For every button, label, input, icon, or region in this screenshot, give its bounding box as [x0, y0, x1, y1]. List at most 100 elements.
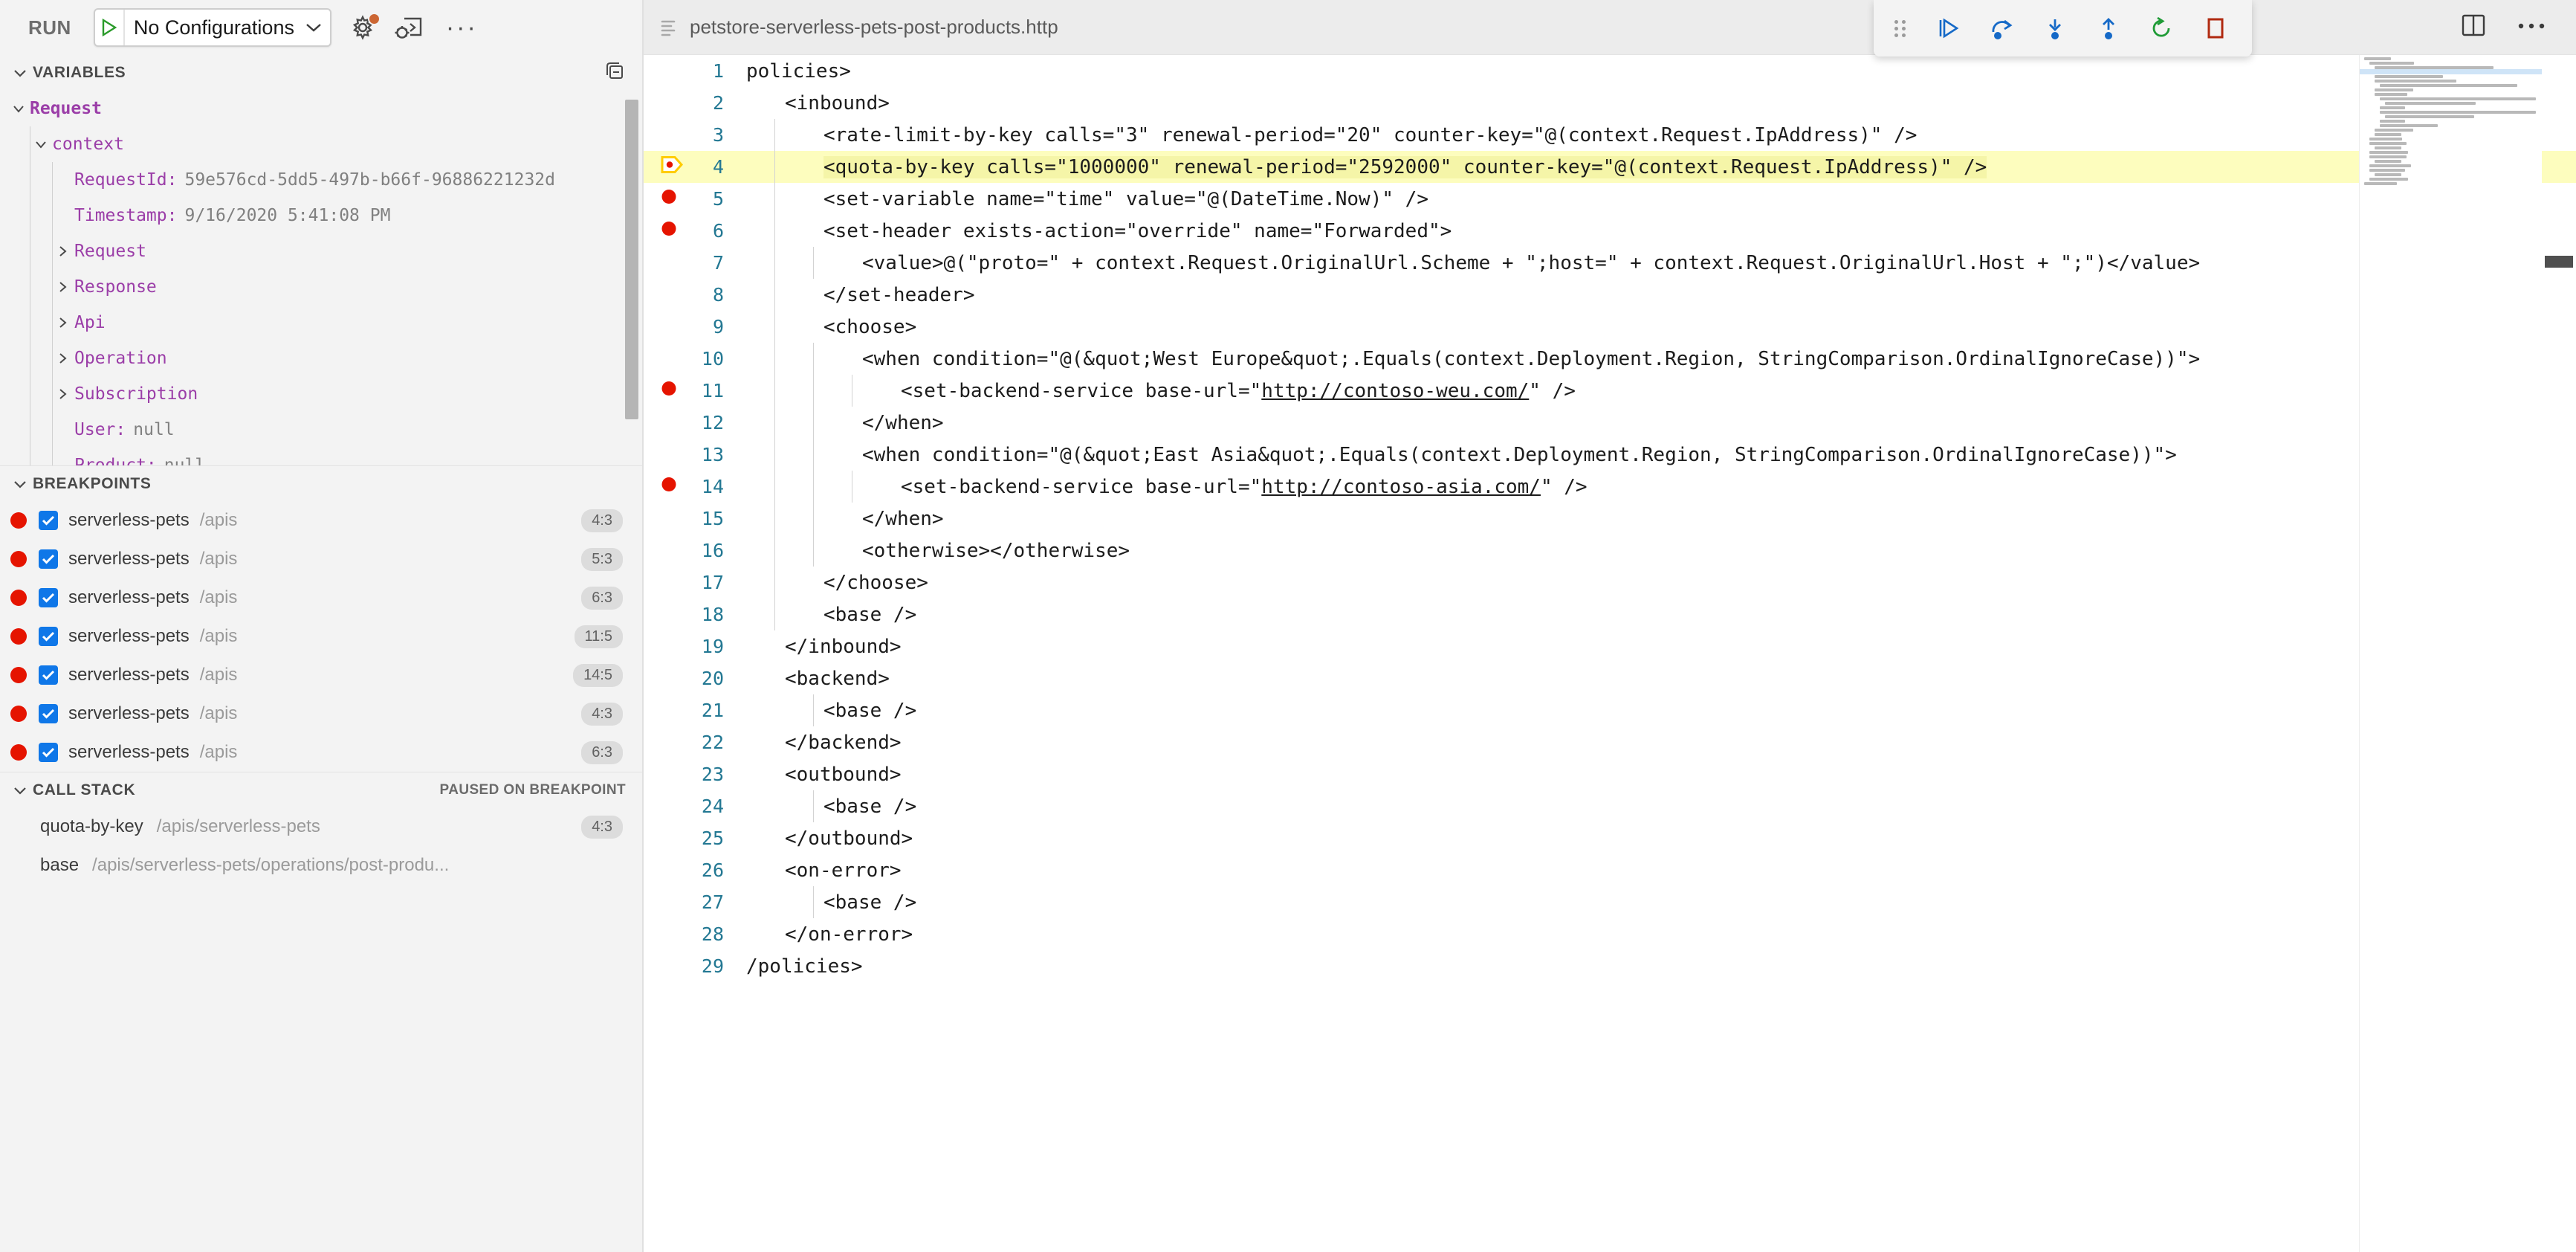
breakpoint-dot-icon[interactable]: [10, 744, 27, 761]
chevron-right-icon[interactable]: [52, 352, 74, 365]
code-line[interactable]: 23 <outbound>: [644, 758, 2576, 790]
breakpoint-dot-icon[interactable]: [10, 667, 27, 683]
code-line[interactable]: 26 <on-error>: [644, 854, 2576, 886]
breakpoint-dot-icon[interactable]: [10, 590, 27, 606]
variable-row[interactable]: Request: [0, 233, 642, 269]
call-stack-row[interactable]: quota-by-key/apis/serverless-pets 4:3: [0, 807, 642, 846]
drag-handle-icon[interactable]: [1894, 19, 1906, 37]
code-line[interactable]: 3 <rate-limit-by-key calls="3" renewal-pe…: [644, 119, 2576, 151]
code-line[interactable]: 4 <quota-by-key calls="1000000" renewal-p…: [644, 151, 2576, 183]
breakpoints-list[interactable]: serverless-pets/apis 4:3 serverless-pets/a…: [0, 501, 642, 772]
code-line[interactable]: 25 </outbound>: [644, 822, 2576, 854]
breakpoint-dot-icon[interactable]: [10, 706, 27, 722]
code-line[interactable]: 22 </backend>: [644, 726, 2576, 758]
breakpoint-dot-icon[interactable]: [660, 379, 678, 402]
editor-scrollbar-thumb[interactable]: [2545, 256, 2573, 268]
chevron-down-icon[interactable]: [30, 139, 52, 149]
variable-row[interactable]: Subscription: [0, 376, 642, 412]
editor-tab-active[interactable]: petstore-serverless-pets-post-products.h…: [644, 0, 1078, 54]
code-line[interactable]: 21 <base />: [644, 694, 2576, 726]
continue-icon[interactable]: [1932, 11, 1964, 45]
variable-row[interactable]: Operation: [0, 341, 642, 376]
variable-row[interactable]: context: [0, 126, 642, 162]
variable-row[interactable]: Response: [0, 269, 642, 305]
breakpoint-enabled-checkbox[interactable]: [39, 588, 58, 607]
breakpoint-dot-icon[interactable]: [660, 219, 678, 242]
variables-section-header[interactable]: VARIABLES: [0, 55, 642, 91]
code-line[interactable]: 20 <backend>: [644, 662, 2576, 694]
more-actions-icon[interactable]: ···: [446, 15, 478, 40]
breakpoint-dot-icon[interactable]: [660, 475, 678, 498]
variables-scrollbar-thumb[interactable]: [625, 100, 638, 419]
breakpoint-enabled-checkbox[interactable]: [39, 665, 58, 685]
code-line[interactable]: 24 <base />: [644, 790, 2576, 822]
variable-row[interactable]: User: null: [0, 412, 642, 448]
code-line[interactable]: 2 <inbound>: [644, 87, 2576, 119]
launch-configuration-select[interactable]: No Configurations: [93, 8, 331, 47]
code-line[interactable]: 12 </when>: [644, 407, 2576, 439]
breakpoint-row[interactable]: serverless-pets/apis 6:3: [0, 578, 642, 617]
code-line[interactable]: 11 <set-backend-service base-url="http://…: [644, 375, 2576, 407]
step-over-icon[interactable]: [1986, 11, 2017, 45]
code-line[interactable]: 28 </on-error>: [644, 918, 2576, 950]
breakpoint-dot-icon[interactable]: [10, 628, 27, 645]
code-line[interactable]: 29/policies>: [644, 950, 2576, 982]
code-line[interactable]: 15 </when>: [644, 503, 2576, 535]
code-line[interactable]: 5 <set-variable name="time" value="@(Date…: [644, 183, 2576, 215]
breakpoint-dot-icon[interactable]: [660, 187, 678, 210]
restart-icon[interactable]: [2146, 11, 2178, 45]
code-line[interactable]: 16 <otherwise></otherwise>: [644, 535, 2576, 567]
breakpoint-row[interactable]: serverless-pets/apis 4:3: [0, 501, 642, 540]
editor-vertical-scrollbar[interactable]: [2545, 55, 2573, 1252]
debug-console-icon[interactable]: [394, 13, 425, 42]
breakpoint-enabled-checkbox[interactable]: [39, 743, 58, 762]
current-execution-breakpoint-icon[interactable]: [660, 154, 684, 180]
variable-row[interactable]: Product: null: [0, 448, 642, 465]
code-line[interactable]: 14 <set-backend-service base-url="http://…: [644, 471, 2576, 503]
collapse-all-icon[interactable]: [603, 59, 626, 86]
editor-more-actions-icon[interactable]: [2517, 21, 2546, 34]
breakpoint-enabled-checkbox[interactable]: [39, 704, 58, 723]
chevron-right-icon[interactable]: [52, 316, 74, 329]
editor-minimap[interactable]: [2359, 55, 2542, 1252]
variable-row[interactable]: Request: [0, 91, 642, 126]
code-line[interactable]: 17 </choose>: [644, 567, 2576, 598]
call-stack-section-header[interactable]: CALL STACK PAUSED ON BREAKPOINT: [0, 772, 642, 807]
step-into-icon[interactable]: [2039, 11, 2071, 45]
chevron-down-icon[interactable]: [297, 22, 330, 33]
stop-icon[interactable]: [2200, 11, 2231, 45]
code-line[interactable]: 8 </set-header>: [644, 279, 2576, 311]
call-stack-list[interactable]: quota-by-key/apis/serverless-pets 4:3 base…: [0, 807, 642, 885]
breakpoint-dot-icon[interactable]: [10, 512, 27, 529]
variables-tree[interactable]: Request context RequestId: 59e576cd-5dd5-49…: [0, 91, 642, 465]
breakpoint-enabled-checkbox[interactable]: [39, 511, 58, 530]
code-line[interactable]: 7 <value>@("proto=" + context.Request.Ori…: [644, 247, 2576, 279]
code-line[interactable]: 18 <base />: [644, 598, 2576, 630]
chevron-down-icon[interactable]: [7, 103, 30, 114]
gear-icon[interactable]: [348, 13, 381, 42]
code-line[interactable]: 1 policies>: [644, 55, 2576, 87]
variable-row[interactable]: Api: [0, 305, 642, 341]
code-line[interactable]: 19 </inbound>: [644, 630, 2576, 662]
breakpoint-dot-icon[interactable]: [10, 551, 27, 567]
step-out-icon[interactable]: [2093, 11, 2124, 45]
breakpoint-row[interactable]: serverless-pets/apis 5:3: [0, 540, 642, 578]
code-line[interactable]: 9 <choose>: [644, 311, 2576, 343]
url-link[interactable]: http://contoso-weu.com/: [1261, 380, 1529, 402]
breakpoint-enabled-checkbox[interactable]: [39, 627, 58, 646]
url-link[interactable]: http://contoso-asia.com/: [1261, 476, 1541, 498]
start-debugging-icon[interactable]: [95, 10, 125, 45]
debug-toolbar[interactable]: [1874, 0, 2252, 57]
code-line[interactable]: 6 <set-header exists-action="override" na…: [644, 215, 2576, 247]
breakpoints-section-header[interactable]: BREAKPOINTS: [0, 465, 642, 501]
breakpoint-row[interactable]: serverless-pets/apis 4:3: [0, 694, 642, 733]
code-line[interactable]: 10 <when condition="@(&quot;West Europe&q…: [644, 343, 2576, 375]
variable-row[interactable]: Timestamp: 9/16/2020 5:41:08 PM: [0, 198, 642, 233]
split-editor-icon[interactable]: [2460, 13, 2487, 42]
variable-row[interactable]: RequestId: 59e576cd-5dd5-497b-b66f-968862…: [0, 162, 642, 198]
chevron-right-icon[interactable]: [52, 245, 74, 258]
breakpoint-row[interactable]: serverless-pets/apis 11:5: [0, 617, 642, 656]
code-line[interactable]: 13 <when condition="@(&quot;East Asia&quo…: [644, 439, 2576, 471]
call-stack-row[interactable]: base/apis/serverless-pets/operations/pos…: [0, 846, 642, 885]
breakpoint-row[interactable]: serverless-pets/apis 14:5: [0, 656, 642, 694]
